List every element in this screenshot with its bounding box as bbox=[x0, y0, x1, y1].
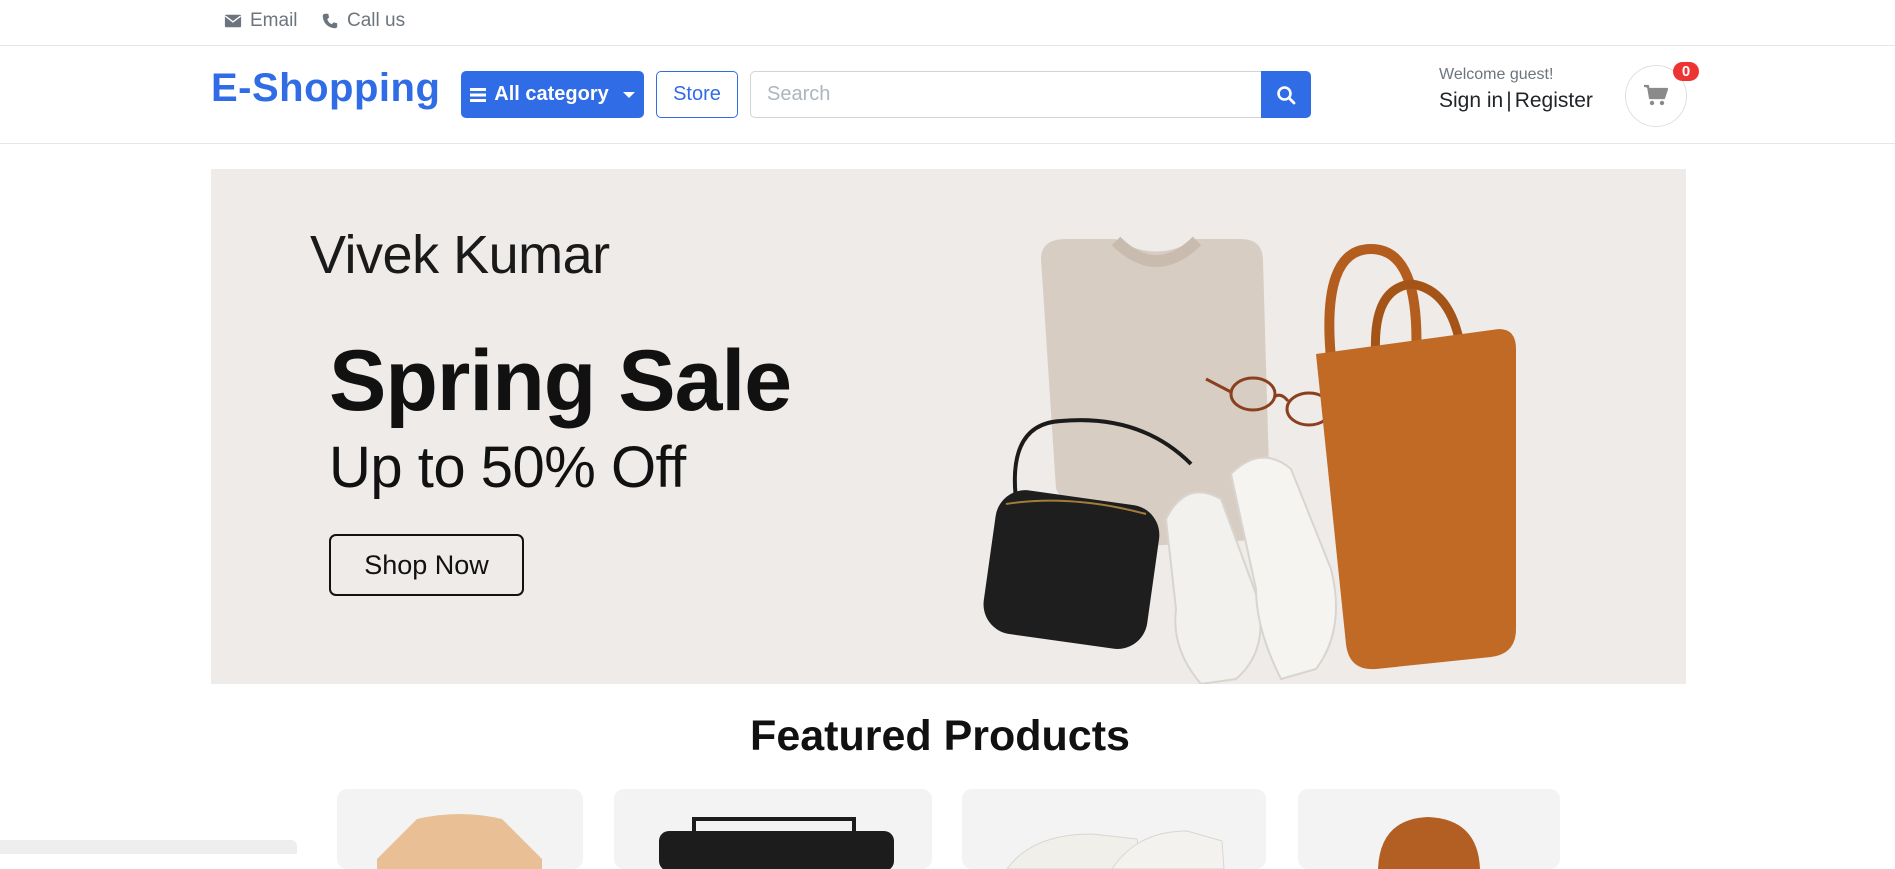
call-label: Call us bbox=[347, 10, 406, 31]
product-card[interactable] bbox=[1298, 789, 1560, 869]
product-card[interactable] bbox=[337, 789, 583, 869]
hero-name: Vivek Kumar bbox=[310, 225, 610, 285]
hero-products-image bbox=[983, 236, 1516, 684]
product-card[interactable] bbox=[962, 789, 1266, 869]
user-account: Welcome guest! Sign in | Register bbox=[1439, 66, 1593, 113]
main-header: E-Shopping All category Store Welcome gu… bbox=[0, 46, 1895, 144]
tote-bag-image bbox=[1316, 243, 1516, 670]
brown-hat-image bbox=[1378, 817, 1480, 869]
chevron-down-icon bbox=[622, 91, 635, 98]
cart-button[interactable]: 0 bbox=[1625, 62, 1699, 127]
shop-now-button[interactable]: Shop Now bbox=[329, 534, 524, 596]
separator: | bbox=[1506, 89, 1512, 112]
cart-count-badge: 0 bbox=[1673, 62, 1699, 81]
sign-in-link[interactable]: Sign in bbox=[1439, 89, 1503, 112]
hero-subheadline: Up to 50% Off bbox=[329, 435, 686, 500]
sneakers-image bbox=[1006, 830, 1225, 869]
register-link[interactable]: Register bbox=[1515, 89, 1593, 112]
black-bag-image bbox=[659, 817, 894, 869]
status-bar bbox=[0, 840, 297, 854]
call-link[interactable]: Call us bbox=[321, 0, 405, 42]
brand-logo[interactable]: E-Shopping bbox=[211, 66, 440, 111]
product-card[interactable] bbox=[614, 789, 932, 869]
welcome-text: Welcome guest! bbox=[1439, 66, 1554, 83]
search-input[interactable] bbox=[750, 71, 1261, 118]
cart-icon bbox=[1644, 84, 1669, 106]
hero-banner: Vivek Kumar Spring Sale Up to 50% Off Sh… bbox=[211, 169, 1686, 684]
store-button[interactable]: Store bbox=[656, 71, 738, 118]
tshirt-image bbox=[377, 814, 542, 869]
search-icon bbox=[1277, 85, 1296, 104]
hero-headline: Spring Sale bbox=[329, 333, 792, 429]
all-category-label: All category bbox=[494, 83, 609, 105]
menu-icon bbox=[470, 87, 487, 102]
featured-products-title: Featured Products bbox=[750, 712, 1130, 760]
top-contact-bar: Email Call us bbox=[0, 0, 1895, 46]
email-link[interactable]: Email bbox=[224, 0, 298, 42]
envelope-icon bbox=[224, 14, 242, 28]
email-label: Email bbox=[250, 10, 298, 31]
search-button[interactable] bbox=[1261, 71, 1311, 118]
all-category-button[interactable]: All category bbox=[461, 71, 644, 118]
phone-icon bbox=[322, 13, 338, 29]
